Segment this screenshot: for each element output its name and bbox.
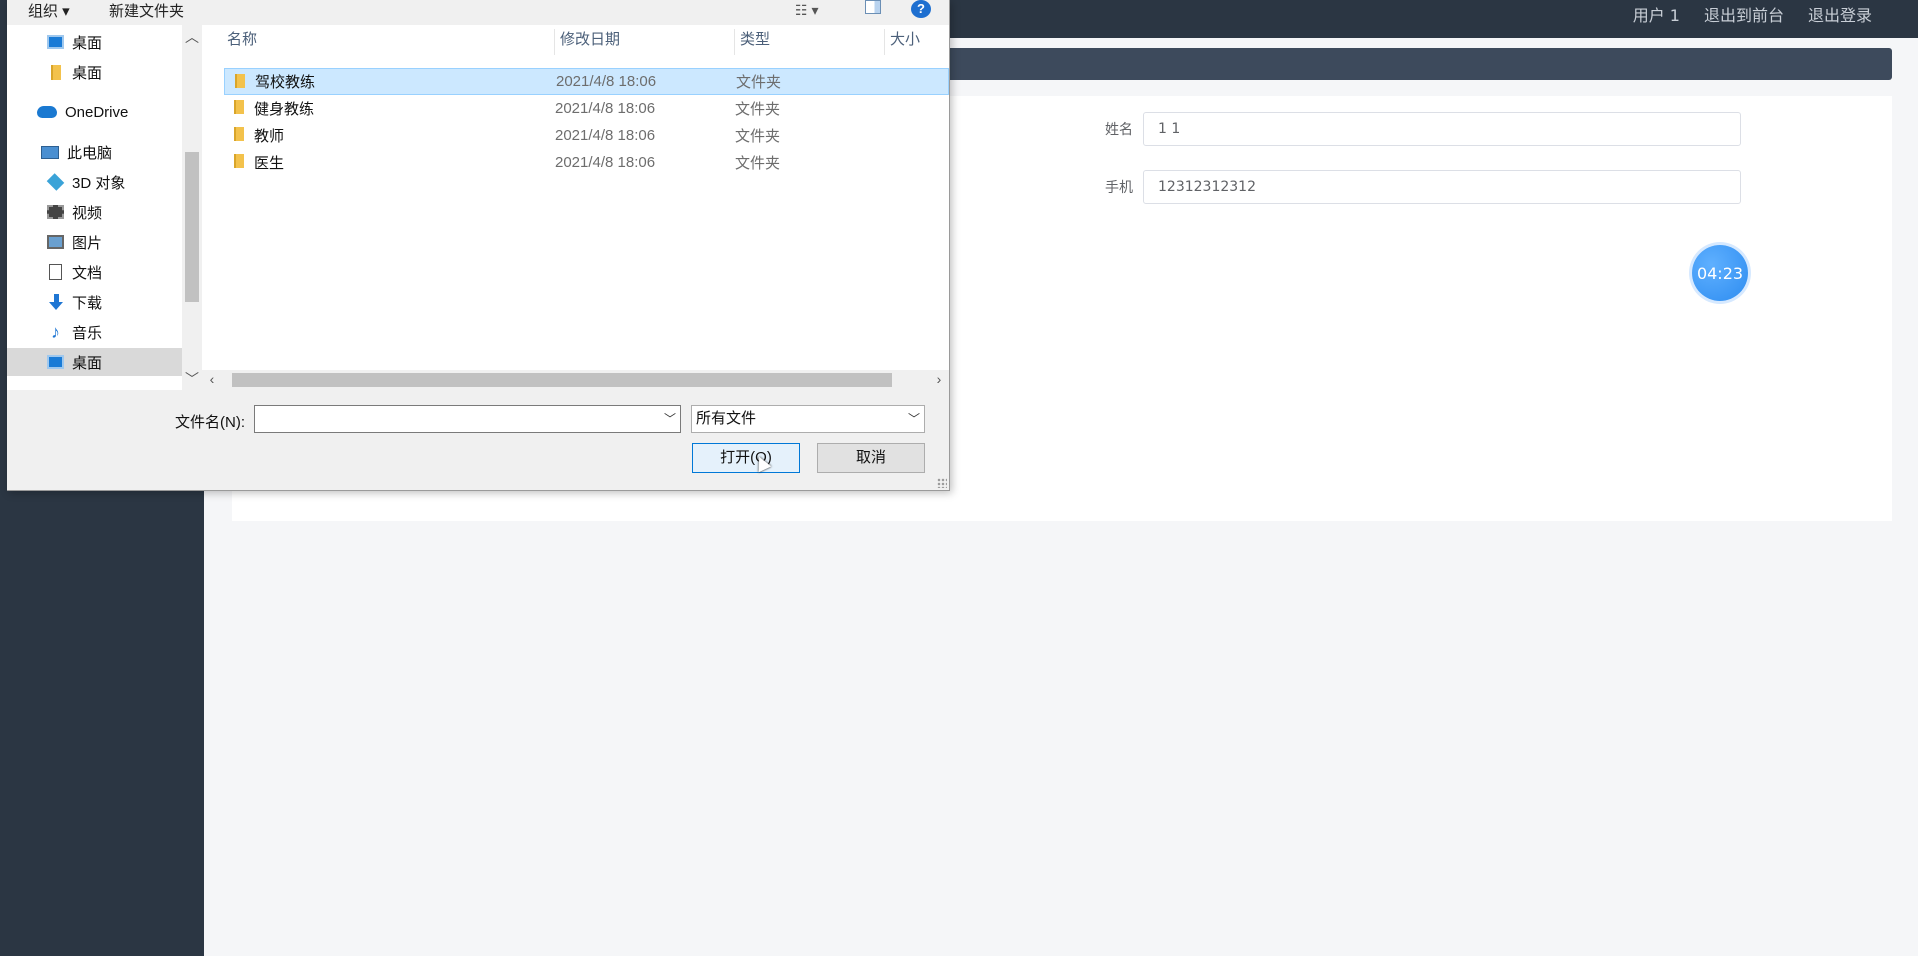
pc-icon — [41, 145, 59, 159]
video-icon — [47, 205, 64, 219]
desktop-icon — [47, 355, 64, 369]
phone-row: 手机 12312312312 — [1087, 170, 1741, 204]
nav-scroll-thumb[interactable] — [185, 152, 199, 302]
scroll-up-icon[interactable]: ︿ — [182, 27, 202, 47]
folder-icon — [234, 154, 244, 168]
column-name-header[interactable]: 名称 — [227, 25, 257, 55]
file-name: 驾校教练 — [255, 74, 316, 91]
file-list: 名称 修改日期 类型 大小 驾校教练 2021/4/8 18:06 文件夹 健身… — [202, 25, 949, 370]
back-to-front-link[interactable]: 退出到前台 — [1704, 2, 1784, 26]
scroll-down-icon[interactable]: ﹀ — [182, 369, 202, 389]
nav-item-desktop-folder[interactable]: 桌面 — [7, 58, 182, 86]
open-button[interactable]: 打开(O) — [692, 443, 800, 473]
nav-label: 文档 — [72, 264, 103, 282]
file-type: 文件夹 — [735, 101, 781, 118]
view-list-icon[interactable]: ☷ ▾ — [795, 2, 818, 19]
top-links: 用户 1 退出到前台 退出登录 — [1633, 0, 1872, 28]
phone-label: 手机 — [1105, 180, 1133, 196]
nav-label: 桌面 — [72, 34, 103, 52]
nav-item-this-pc[interactable]: 此电脑 — [7, 138, 182, 166]
file-date: 2021/4/8 18:06 — [556, 73, 657, 90]
file-open-dialog: 组织 ▾ 新建文件夹 ☷ ▾ ? 桌面 桌面 OneDrive 此电脑 3D 对… — [7, 0, 950, 491]
filename-label: 文件名(N): — [175, 414, 245, 431]
file-list-hscrollbar[interactable]: ‹ › — [202, 370, 949, 390]
folder-icon — [51, 64, 61, 80]
file-row[interactable]: 健身教练 2021/4/8 18:06 文件夹 — [224, 95, 949, 122]
nav-item-onedrive[interactable]: OneDrive — [7, 98, 182, 126]
nav-item-videos[interactable]: 视频 — [7, 198, 182, 226]
nav-scrollbar[interactable]: ︿ ﹀ — [182, 25, 202, 390]
user-link[interactable]: 用户 1 — [1633, 2, 1680, 26]
help-icon[interactable]: ? — [911, 0, 931, 18]
organize-button[interactable]: 组织 ▾ — [28, 0, 70, 21]
file-name: 健身教练 — [254, 101, 315, 118]
scroll-left-icon[interactable]: ‹ — [202, 371, 222, 387]
file-type: 文件夹 — [735, 155, 781, 172]
timer-badge[interactable]: 04:23 — [1692, 245, 1748, 301]
nav-item-music[interactable]: ♪ 音乐 — [7, 318, 182, 346]
filter-value: 所有文件 — [696, 410, 757, 427]
nav-item-documents[interactable]: 文档 — [7, 258, 182, 286]
nav-label: 下载 — [72, 294, 103, 312]
file-date: 2021/4/8 18:06 — [555, 127, 656, 144]
column-divider[interactable] — [884, 29, 885, 55]
desktop-icon — [47, 35, 64, 49]
nav-label: OneDrive — [65, 103, 129, 121]
pictures-icon — [47, 235, 64, 249]
phone-input[interactable]: 12312312312 — [1143, 170, 1741, 204]
scroll-right-icon[interactable]: › — [929, 371, 949, 387]
folder-icon — [234, 127, 244, 141]
music-icon: ♪ — [51, 322, 60, 342]
file-type-filter[interactable]: 所有文件 ﹀ — [691, 405, 925, 433]
file-date: 2021/4/8 18:06 — [555, 100, 656, 117]
column-date-header[interactable]: 修改日期 — [560, 25, 620, 55]
resize-grip-icon[interactable] — [937, 478, 947, 488]
nav-label: 图片 — [72, 234, 103, 252]
nav-item-desktop-selected[interactable]: 桌面 — [7, 348, 182, 376]
new-folder-button[interactable]: 新建文件夹 — [109, 0, 184, 21]
name-input[interactable]: 1 1 — [1143, 112, 1741, 146]
download-icon — [49, 294, 63, 310]
nav-item-desktop[interactable]: 桌面 — [7, 28, 182, 56]
nav-item-pictures[interactable]: 图片 — [7, 228, 182, 256]
filename-input[interactable]: ﹀ — [254, 405, 681, 433]
hscroll-thumb[interactable] — [232, 373, 892, 387]
dialog-toolbar: 组织 ▾ 新建文件夹 ☷ ▾ ? — [7, 0, 949, 22]
nav-item-downloads[interactable]: 下载 — [7, 288, 182, 316]
nav-label: 此电脑 — [67, 144, 113, 162]
file-row[interactable]: 驾校教练 2021/4/8 18:06 文件夹 — [224, 68, 949, 95]
nav-label: 3D 对象 — [72, 174, 126, 192]
preview-pane-icon[interactable] — [865, 0, 881, 14]
file-row[interactable]: 医生 2021/4/8 18:06 文件夹 — [224, 149, 949, 176]
file-date: 2021/4/8 18:06 — [555, 154, 656, 171]
column-divider[interactable] — [554, 29, 555, 55]
nav-label: 视频 — [72, 204, 103, 222]
nav-item-3d-objects[interactable]: 3D 对象 — [7, 168, 182, 196]
file-type: 文件夹 — [736, 74, 782, 91]
file-row[interactable]: 教师 2021/4/8 18:06 文件夹 — [224, 122, 949, 149]
nav-label: 桌面 — [72, 354, 103, 372]
chevron-down-icon[interactable]: ﹀ — [908, 406, 920, 432]
name-label: 姓名 — [1105, 122, 1133, 138]
cancel-button[interactable]: 取消 — [817, 443, 925, 473]
column-size-header[interactable]: 大小 — [890, 25, 920, 55]
column-type-header[interactable]: 类型 — [740, 25, 770, 55]
documents-icon — [49, 264, 62, 280]
3d-objects-icon — [46, 173, 65, 191]
file-name: 教师 — [254, 128, 285, 145]
folder-icon — [235, 74, 245, 88]
chevron-down-icon[interactable]: ﹀ — [664, 410, 676, 427]
name-row: 姓名 1 1 — [1087, 112, 1741, 146]
folder-icon — [234, 100, 244, 114]
nav-label: 桌面 — [72, 64, 103, 82]
file-type: 文件夹 — [735, 128, 781, 145]
file-name: 医生 — [254, 155, 285, 172]
column-divider[interactable] — [734, 29, 735, 55]
cloud-icon — [37, 106, 57, 118]
logout-link[interactable]: 退出登录 — [1808, 2, 1872, 26]
navigation-pane: 桌面 桌面 OneDrive 此电脑 3D 对象 视频 图片 文档 下载 ♪ 音… — [7, 25, 182, 390]
nav-label: 音乐 — [72, 324, 103, 342]
